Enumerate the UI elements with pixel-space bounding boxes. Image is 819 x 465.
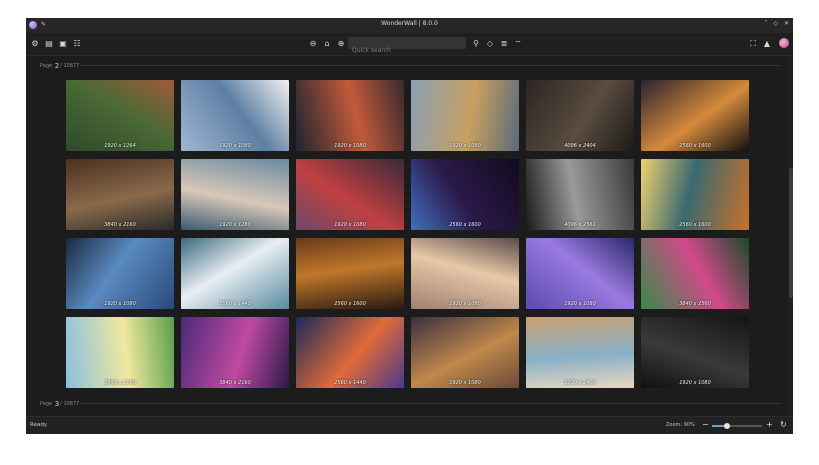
- next-icon[interactable]: ⊕: [336, 39, 346, 49]
- wallpaper-thumbnail[interactable]: 1920 x 1080: [296, 80, 404, 151]
- wallpaper-thumbnail[interactable]: 3840 x 2160: [66, 317, 174, 388]
- resolution-label: 2560 x 1600: [679, 143, 711, 149]
- bookmark-icon[interactable]: ▣: [58, 39, 68, 49]
- filter-icon[interactable]: ⌔: [513, 39, 523, 49]
- zoom-out-button[interactable]: −: [702, 420, 709, 429]
- wallpaper-thumbnail[interactable]: 1920 x 1080: [411, 238, 519, 309]
- wallpaper-thumbnail[interactable]: 3840 x 2160: [66, 159, 174, 230]
- resolution-label: 4096 x 2561: [564, 222, 596, 228]
- separator-line: [80, 403, 780, 404]
- resolution-label: 3840 x 2160: [104, 380, 136, 386]
- wallpaper-thumbnail[interactable]: 1920 x 1080: [526, 238, 634, 309]
- resolution-label: 2560 x 1600: [449, 222, 481, 228]
- maximize-icon[interactable]: ◇: [773, 20, 778, 27]
- search-icon[interactable]: ⚲: [471, 39, 481, 49]
- resolution-label: 1920 x 1080: [449, 380, 481, 386]
- wallpaper-thumbnail[interactable]: 1920 x 1080: [411, 80, 519, 151]
- wallpaper-thumbnail[interactable]: 3200 x 2400: [526, 317, 634, 388]
- layout-icon[interactable]: ▤: [44, 39, 54, 49]
- fullscreen-icon[interactable]: ⛶: [748, 39, 758, 49]
- wallpaper-thumbnail[interactable]: 2560 x 1600: [641, 159, 749, 230]
- resolution-label: 1920 x 1080: [564, 301, 596, 307]
- window-controls: ˅ ◇ ✕: [764, 20, 789, 27]
- quick-search-box: [348, 37, 468, 57]
- resolution-label: 3840 x 2160: [104, 222, 136, 228]
- wallpaper-thumbnail[interactable]: 1920 x 1080: [66, 238, 174, 309]
- resolution-label: 1920 x 1280: [219, 222, 251, 228]
- resolution-label: 3840 x 2160: [219, 380, 251, 386]
- resolution-label: 2560 x 1600: [334, 301, 366, 307]
- resolution-label: 1920 x 1080: [449, 143, 481, 149]
- wallpaper-thumbnail[interactable]: 4096 x 2561: [526, 159, 634, 230]
- status-text: Ready: [30, 422, 48, 428]
- wallpaper-thumbnail[interactable]: 2560 x 1600: [641, 80, 749, 151]
- page-prefix: Page: [40, 63, 53, 69]
- resolution-label: 1920 x 1080: [334, 143, 366, 149]
- wallpaper-thumbnail[interactable]: 2560 x 1600: [411, 159, 519, 230]
- resolution-label: 1920 x 1080: [334, 222, 366, 228]
- page-number: 3: [54, 400, 60, 408]
- resolution-label: 3840 x 2560: [679, 301, 711, 307]
- wallpaper-thumbnail[interactable]: 1920 x 1080: [641, 317, 749, 388]
- zoom-in-button[interactable]: +: [766, 420, 773, 429]
- quick-search-input[interactable]: [348, 44, 468, 57]
- wallpaper-thumbnail[interactable]: 3840 x 2560: [641, 238, 749, 309]
- wallpaper-thumbnail[interactable]: 1920 x 1080: [411, 317, 519, 388]
- wallpaper-thumbnail[interactable]: 2560 x 1600: [296, 238, 404, 309]
- wallpaper-thumbnail[interactable]: 4096 x 2404: [526, 80, 634, 151]
- previous-icon[interactable]: ⊖: [308, 39, 318, 49]
- gear-icon[interactable]: ⚙: [30, 39, 40, 49]
- resolution-label: 1920 x 1080: [104, 301, 136, 307]
- page-total: / 10877: [60, 401, 80, 407]
- resolution-label: 1920 x 1080: [449, 301, 481, 307]
- filter-sliders-icon[interactable]: ☷: [72, 39, 82, 49]
- page-separator: Page 3 / 10877: [40, 400, 780, 408]
- wallpaper-thumbnail[interactable]: 2560 x 1440: [296, 317, 404, 388]
- home-icon[interactable]: ⌂: [322, 39, 332, 49]
- separator-line: [80, 65, 780, 66]
- scrollbar-thumb[interactable]: [789, 168, 793, 298]
- status-bar: Ready Zoom: 90% − + ↻: [26, 416, 793, 434]
- resolution-label: 1920 x 1080: [679, 380, 711, 386]
- wallpaper-thumbnail[interactable]: 2560 x 1440: [181, 238, 289, 309]
- wallpaper-thumbnail[interactable]: 1920 x 1080: [181, 80, 289, 151]
- sort-icon[interactable]: ≣: [499, 39, 509, 49]
- wallpaper-thumbnail[interactable]: 3840 x 2160: [181, 317, 289, 388]
- zoom-slider-handle[interactable]: [724, 423, 730, 429]
- window-title: WonderWall | 8.0.0: [381, 20, 438, 27]
- title-bar: ✎ WonderWall | 8.0.0 ˅ ◇ ✕: [26, 18, 793, 33]
- app-window: ✎ WonderWall | 8.0.0 ˅ ◇ ✕ ⚙ ▤ ▣ ☷ ⊖ ⌂ ⊕…: [26, 18, 793, 434]
- resolution-label: 1920 x 1264: [104, 143, 136, 149]
- resolution-label: 1920 x 1080: [219, 143, 251, 149]
- palette-icon[interactable]: ◇: [485, 39, 495, 49]
- resolution-label: 3200 x 2400: [564, 380, 596, 386]
- wallpaper-icon[interactable]: ▲: [762, 39, 772, 49]
- zoom-slider[interactable]: [712, 423, 762, 429]
- refresh-icon[interactable]: ↻: [780, 420, 787, 429]
- avatar[interactable]: [779, 38, 789, 48]
- resolution-label: 4096 x 2404: [564, 143, 596, 149]
- minimize-icon[interactable]: ˅: [764, 20, 767, 27]
- resolution-label: 2560 x 1440: [219, 301, 251, 307]
- wallpaper-thumbnail[interactable]: 1920 x 1280: [181, 159, 289, 230]
- page-total: / 10877: [60, 63, 80, 69]
- wallpaper-thumbnail[interactable]: 1920 x 1264: [66, 80, 174, 151]
- resolution-label: 2560 x 1600: [679, 222, 711, 228]
- page-number: 2: [54, 62, 60, 70]
- page-separator: Page 2 / 10877: [40, 62, 780, 70]
- page-prefix: Page: [40, 401, 53, 407]
- toolbar: ⚙ ▤ ▣ ☷ ⊖ ⌂ ⊕ ⚲ ◇ ≣ ⌔ ⛶ ▲: [26, 33, 793, 57]
- zoom-label: Zoom: 90%: [666, 422, 695, 428]
- wallpaper-thumbnail[interactable]: 1920 x 1080: [296, 159, 404, 230]
- close-icon[interactable]: ✕: [784, 20, 789, 27]
- resolution-label: 2560 x 1440: [334, 380, 366, 386]
